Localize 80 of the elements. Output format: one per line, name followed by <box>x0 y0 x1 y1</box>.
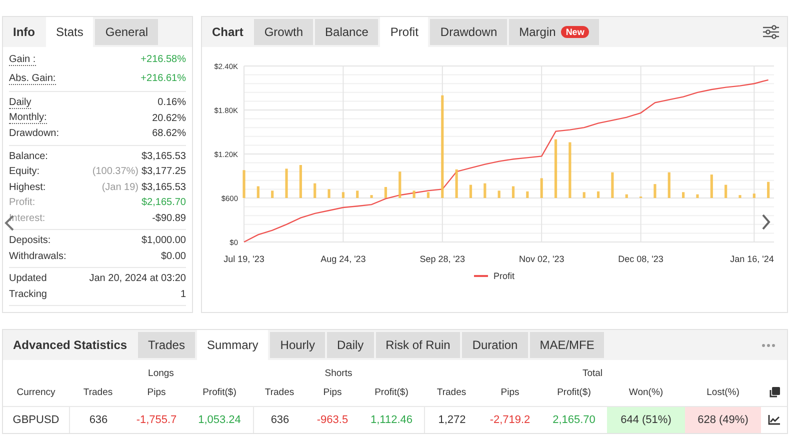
column-header: Pips <box>146 386 167 400</box>
tab[interactable]: Drawdown <box>430 19 508 45</box>
stat-label: Daily <box>9 96 32 109</box>
more-icon[interactable] <box>762 344 775 346</box>
stat-value: Jan 20, 2024 at 03:20 <box>89 273 186 284</box>
stat-value: 20.62% <box>152 112 186 124</box>
column-header: Profit($) <box>374 386 410 400</box>
x-axis-label: Sep 28, '23 <box>420 254 466 264</box>
stat-label: Withdrawals: <box>9 250 66 262</box>
stat-value: $3,165.53 <box>142 182 186 193</box>
column-header: Trades <box>82 386 114 400</box>
table-cell: 628 (49%) <box>685 406 761 433</box>
column-header: Lost(%) <box>706 386 740 400</box>
stat-label: Profit: <box>9 197 36 208</box>
stat-value: $3,165.53 <box>142 150 186 162</box>
x-axis-label: Jan 16, '24 <box>730 254 774 264</box>
x-axis-label: Aug 24, '23 <box>320 254 366 264</box>
tab[interactable]: Summary <box>196 330 268 360</box>
stat-value: $3,177.25 <box>142 166 186 178</box>
tab[interactable]: General <box>95 19 158 45</box>
stat-label: Monthly: <box>9 112 47 124</box>
stat-note: (Jan 19) <box>102 182 138 193</box>
column-header: Pips <box>500 386 520 400</box>
x-axis-label: Dec 08, '23 <box>618 254 664 264</box>
column-header: Pips <box>322 386 343 400</box>
stat-label: Updated <box>9 273 47 284</box>
tab[interactable]: Duration <box>462 332 528 358</box>
stat-value: -$90.89 <box>152 212 186 224</box>
stat-label: Deposits: <box>9 235 51 246</box>
stat-label: Highest: <box>9 182 46 193</box>
group-header: Total <box>581 367 604 381</box>
table-cell: 636 <box>69 406 127 433</box>
panel-title: Advanced Statistics <box>12 337 128 354</box>
panel-title: Info <box>12 24 36 41</box>
panel-title: Chart <box>211 24 244 41</box>
stat-note: (100.37%) <box>92 166 138 178</box>
column-header: Profit($) <box>202 386 238 400</box>
x-axis-label: Nov 02, '23 <box>518 254 564 264</box>
copy-icon[interactable] <box>768 387 780 398</box>
stat-label: Equity: <box>9 166 40 178</box>
stat-label: Balance: <box>9 150 48 162</box>
column-header: Trades <box>264 386 296 400</box>
tab[interactable]: Daily <box>326 332 374 358</box>
chart-icon[interactable] <box>768 415 780 425</box>
table-cell: 644 (51%) <box>607 406 685 433</box>
legend-label[interactable]: Profit <box>493 271 514 281</box>
stat-value: +216.58% <box>140 54 186 65</box>
tab[interactable]: Stats <box>46 17 94 47</box>
stat-value: +216.61% <box>140 73 186 84</box>
legend-line-icon <box>474 275 488 277</box>
stat-value: 1 <box>180 288 186 300</box>
table-cell: 1,272 <box>424 406 479 433</box>
new-badge: New <box>560 26 590 38</box>
stat-label: Drawdown: <box>9 128 60 140</box>
tab[interactable]: Risk of Ruin <box>376 332 460 358</box>
x-axis-label: Jul 19, '23 <box>224 254 264 264</box>
stat-value: $1,000.00 <box>142 235 186 246</box>
chevron-right-icon[interactable] <box>761 214 771 230</box>
stat-value: $2,165.70 <box>142 197 186 208</box>
settings-icon[interactable] <box>763 25 779 39</box>
column-header: Trades <box>436 386 468 400</box>
tab[interactable]: Hourly <box>270 332 325 358</box>
table-cell: 636 <box>253 406 306 433</box>
tab[interactable]: Margin New <box>509 19 600 45</box>
stat-value: 68.62% <box>152 128 186 140</box>
stat-value: 0.16% <box>158 97 186 108</box>
column-header: Profit($) <box>556 386 592 400</box>
tab[interactable]: Balance <box>315 19 378 45</box>
stat-value: $0.00 <box>160 250 186 262</box>
tab[interactable]: Trades <box>138 332 195 358</box>
stat-label: Gain : <box>9 54 36 66</box>
tab[interactable]: Growth <box>254 19 314 45</box>
tab[interactable]: Profit <box>380 17 428 47</box>
group-header: Longs <box>147 367 175 381</box>
group-header: Shorts <box>324 367 354 381</box>
column-header: Won(%) <box>628 386 664 400</box>
column-header: Currency <box>16 386 56 400</box>
stat-label: Tracking <box>9 288 47 300</box>
stat-label: Abs. Gain: <box>9 72 56 84</box>
tab[interactable]: MAE/MFE <box>530 332 604 358</box>
